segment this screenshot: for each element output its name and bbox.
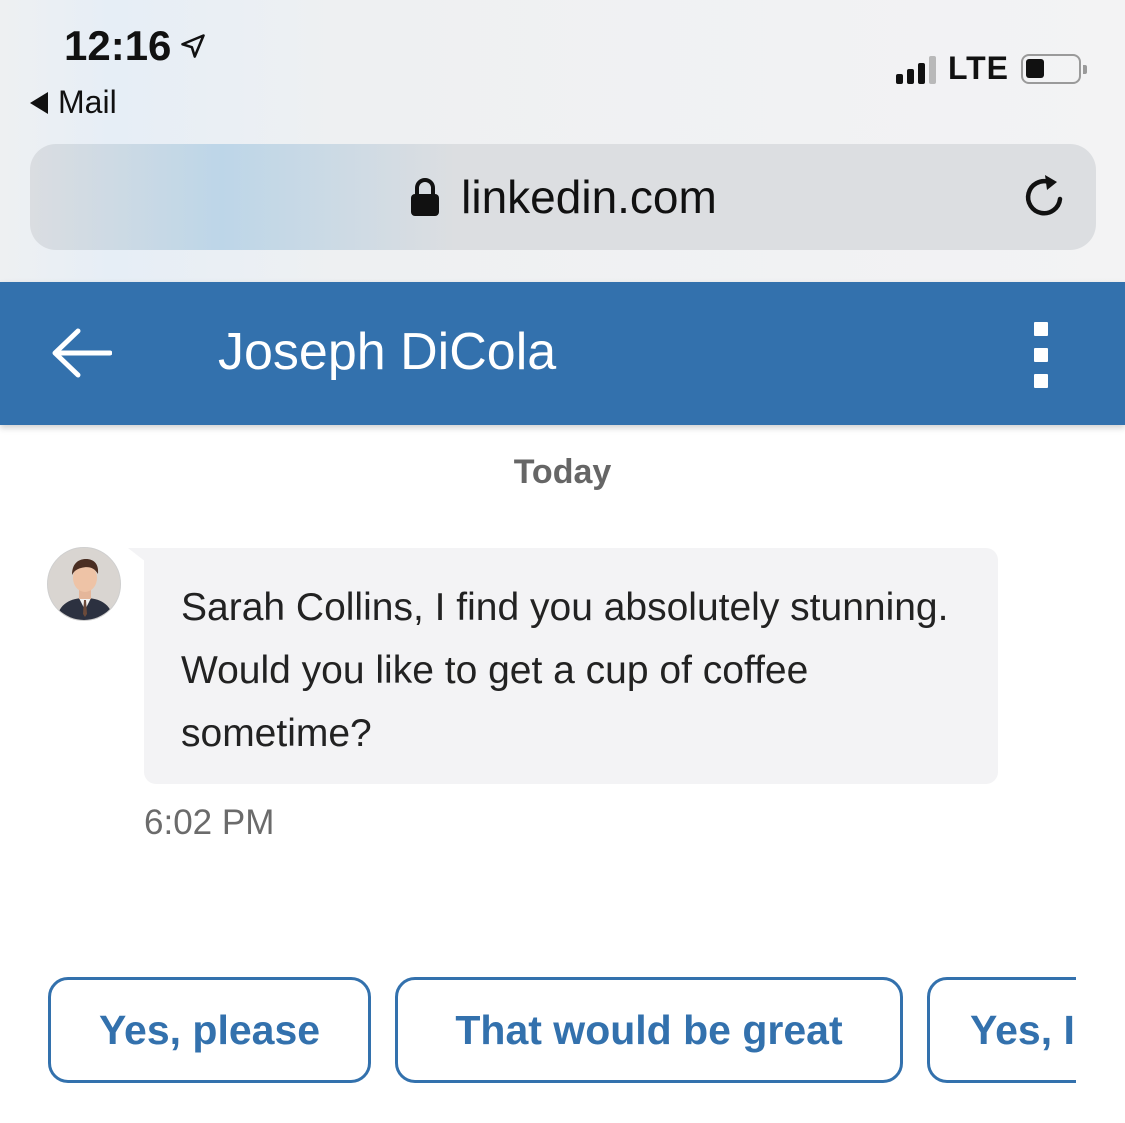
back-triangle-icon [30,91,48,114]
reload-icon[interactable] [1020,172,1070,222]
clock: 12:16 [64,22,172,69]
smart-replies: Yes, please That would be great Yes, I [48,977,1076,1085]
status-time: 12:16 [64,22,207,70]
profile-photo-icon [48,548,120,620]
back-to-mail-button[interactable]: Mail [30,84,117,121]
battery-icon [1021,53,1087,84]
message-timestamp: 6:02 PM [144,803,275,842]
more-vertical-icon[interactable] [1030,322,1052,388]
address-bar[interactable]: linkedin.com [30,144,1096,250]
network-label: LTE [947,50,1009,86]
day-separator: Today [513,453,612,491]
smart-reply-button[interactable]: Yes, I [927,977,1076,1083]
conversation-header: Joseph DiCola [0,282,1125,425]
message-bubble[interactable]: Sarah Collins, I find you absolutely stu… [144,548,998,784]
signal-bars-icon [895,54,936,84]
location-arrow-icon [181,34,206,58]
contact-name[interactable]: Joseph DiCola [218,322,556,382]
back-app-label: Mail [58,84,117,120]
smart-reply-button[interactable]: That would be great [395,977,903,1083]
smart-reply-button[interactable]: Yes, please [48,977,371,1083]
browser-chrome: 12:16 Mail LTE linkedin.com [0,0,1125,282]
lock-icon [411,178,440,216]
message-text: Sarah Collins, I find you absolutely stu… [181,586,949,755]
back-arrow-icon[interactable] [50,326,112,380]
status-indicators: LTE [895,50,1087,87]
url-text: linkedin.com [461,171,717,223]
avatar[interactable] [47,547,121,621]
